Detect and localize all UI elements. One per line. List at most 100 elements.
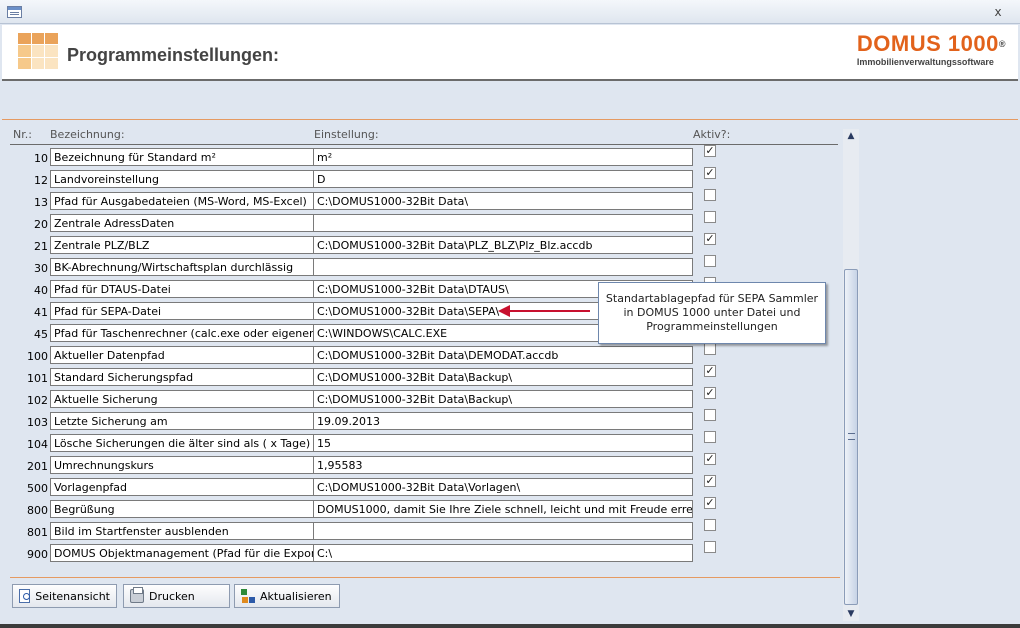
bezeichnung-field[interactable]: Begrüßung — [50, 500, 314, 518]
einstellung-field[interactable]: D — [313, 170, 693, 188]
refresh-icon — [241, 589, 255, 603]
aktiv-checkbox[interactable]: ✓ — [704, 167, 716, 179]
aktiv-checkbox[interactable] — [704, 255, 716, 267]
einstellung-field[interactable]: DOMUS1000, damit Sie Ihre Ziele schnell,… — [313, 500, 693, 518]
column-header-aktiv: Aktiv?: — [693, 128, 731, 141]
table-row: 103 Letzte Sicherung am 19.09.2013 — [10, 409, 716, 434]
aktiv-checkbox[interactable]: ✓ — [704, 475, 716, 487]
column-header-einstellung: Einstellung: — [314, 128, 379, 141]
table-row: 13 Pfad für Ausgabedateien (MS-Word, MS-E… — [10, 189, 716, 214]
aktiv-checkbox[interactable] — [704, 431, 716, 443]
bezeichnung-field[interactable]: BK-Abrechnung/Wirtschaftsplan durchlässi… — [50, 258, 314, 276]
einstellung-field[interactable]: C:\ — [313, 544, 693, 562]
einstellung-field[interactable]: C:\DOMUS1000-32Bit Data\DEMODAT.accdb — [313, 346, 693, 364]
table-row: 20 Zentrale AdressDaten — [10, 211, 716, 236]
table-row: 12 Landvoreinstellung D ✓ — [10, 167, 716, 192]
form-icon — [7, 6, 22, 18]
table-row: 10 Bezeichnung für Standard m² m² ✓ — [10, 145, 716, 170]
print-button[interactable]: Drucken — [123, 584, 230, 608]
aktiv-checkbox[interactable]: ✓ — [704, 453, 716, 465]
row-number: 201 — [27, 460, 48, 473]
bezeichnung-field[interactable]: Bild im Startfenster ausblenden — [50, 522, 314, 540]
table-row: 101 Standard Sicherungspfad C:\DOMUS1000-3… — [10, 365, 716, 390]
column-header-nr: Nr.: — [13, 128, 32, 141]
einstellung-field[interactable]: C:\DOMUS1000-32Bit Data\PLZ_BLZ\Plz_Blz.… — [313, 236, 693, 254]
einstellung-field[interactable]: C:\DOMUS1000-32Bit Data\Backup\ — [313, 368, 693, 386]
einstellung-field[interactable] — [313, 214, 693, 232]
close-button[interactable]: x — [990, 4, 1006, 20]
bezeichnung-field[interactable]: Landvoreinstellung — [50, 170, 314, 188]
footer-divider — [10, 577, 840, 578]
einstellung-field[interactable] — [313, 522, 693, 540]
callout-arrow — [498, 305, 590, 317]
einstellung-field[interactable] — [313, 258, 693, 276]
row-number: 801 — [27, 526, 48, 539]
callout-line-3: Programmeinstellungen — [646, 320, 778, 333]
aktiv-checkbox[interactable] — [704, 541, 716, 553]
refresh-button[interactable]: Aktualisieren — [234, 584, 340, 608]
aktiv-checkbox[interactable] — [704, 343, 716, 355]
bezeichnung-field[interactable]: Aktuelle Sicherung — [50, 390, 314, 408]
bezeichnung-field[interactable]: Bezeichnung für Standard m² — [50, 148, 314, 166]
row-number: 12 — [34, 174, 48, 187]
aktiv-checkbox[interactable] — [704, 211, 716, 223]
aktiv-checkbox[interactable] — [704, 519, 716, 531]
einstellung-field[interactable]: C:\DOMUS1000-32Bit Data\ — [313, 192, 693, 210]
aktiv-checkbox[interactable] — [704, 409, 716, 421]
einstellung-field[interactable]: 15 — [313, 434, 693, 452]
bezeichnung-field[interactable]: Umrechnungskurs — [50, 456, 314, 474]
table-row: 104 Lösche Sicherungen die älter sind als… — [10, 431, 716, 456]
callout-line-2: in DOMUS 1000 unter Datei und — [623, 306, 801, 319]
footer-strip — [0, 624, 1020, 628]
bezeichnung-field[interactable]: Pfad für SEPA-Datei — [50, 302, 314, 320]
row-number: 30 — [34, 262, 48, 275]
bezeichnung-field[interactable]: Pfad für Ausgabedateien (MS-Word, MS-Exc… — [50, 192, 314, 210]
print-button-label: Drucken — [149, 589, 195, 603]
row-number: 21 — [34, 240, 48, 253]
aktiv-checkbox[interactable]: ✓ — [704, 497, 716, 509]
page-preview-icon — [19, 589, 31, 603]
window-titlebar: x — [0, 0, 1020, 24]
scroll-thumb[interactable] — [844, 269, 858, 605]
vertical-scrollbar[interactable]: ▲ ▼ — [843, 129, 859, 621]
preview-button-label: Seitenansicht — [35, 589, 110, 603]
row-number: 800 — [27, 504, 48, 517]
table-row: 21 Zentrale PLZ/BLZ C:\DOMUS1000-32Bit Dat… — [10, 233, 716, 258]
bezeichnung-field[interactable]: Zentrale PLZ/BLZ — [50, 236, 314, 254]
preview-button[interactable]: Seitenansicht — [12, 584, 117, 608]
einstellung-field[interactable]: 19.09.2013 — [313, 412, 693, 430]
scroll-up-arrow-icon[interactable]: ▲ — [843, 129, 859, 143]
aktiv-checkbox[interactable]: ✓ — [704, 365, 716, 377]
grid-table-icon — [18, 33, 58, 69]
einstellung-field[interactable]: C:\DOMUS1000-32Bit Data\Backup\ — [313, 390, 693, 408]
settings-panel: Nr.: Bezeichnung: Einstellung: Aktiv?: 1… — [2, 121, 1018, 624]
table-row: 100 Aktueller Datenpfad C:\DOMUS1000-32Bit… — [10, 343, 716, 368]
scroll-down-arrow-icon[interactable]: ▼ — [843, 607, 859, 621]
sub-band — [2, 82, 1018, 120]
bezeichnung-field[interactable]: Pfad für DTAUS-Datei — [50, 280, 314, 298]
bezeichnung-field[interactable]: Aktueller Datenpfad — [50, 346, 314, 364]
bezeichnung-field[interactable]: Standard Sicherungspfad — [50, 368, 314, 386]
einstellung-field[interactable]: 1,95583 — [313, 456, 693, 474]
bezeichnung-field[interactable]: Vorlagenpfad — [50, 478, 314, 496]
bezeichnung-field[interactable]: Letzte Sicherung am — [50, 412, 314, 430]
aktiv-checkbox[interactable]: ✓ — [704, 233, 716, 245]
row-number: 102 — [27, 394, 48, 407]
table-row: 801 Bild im Startfenster ausblenden — [10, 519, 716, 544]
bezeichnung-field[interactable]: Zentrale AdressDaten — [50, 214, 314, 232]
aktiv-checkbox[interactable] — [704, 189, 716, 201]
callout-line-1: Standartablagepfad für SEPA Sammler — [605, 292, 819, 305]
table-row: 500 Vorlagenpfad C:\DOMUS1000-32Bit Data\V… — [10, 475, 716, 500]
bezeichnung-field[interactable]: Lösche Sicherungen die älter sind als ( … — [50, 434, 314, 452]
row-number: 101 — [27, 372, 48, 385]
einstellung-field[interactable]: m² — [313, 148, 693, 166]
refresh-button-label: Aktualisieren — [260, 589, 332, 603]
einstellung-field[interactable]: C:\DOMUS1000-32Bit Data\Vorlagen\ — [313, 478, 693, 496]
row-number: 900 — [27, 548, 48, 561]
aktiv-checkbox[interactable]: ✓ — [704, 145, 716, 157]
row-number: 10 — [34, 152, 48, 165]
aktiv-checkbox[interactable]: ✓ — [704, 387, 716, 399]
column-header-bezeichnung: Bezeichnung: — [50, 128, 125, 141]
bezeichnung-field[interactable]: DOMUS Objektmanagement (Pfad für die Exp… — [50, 544, 314, 562]
bezeichnung-field[interactable]: Pfad für Taschenrechner (calc.exe oder e… — [50, 324, 314, 342]
